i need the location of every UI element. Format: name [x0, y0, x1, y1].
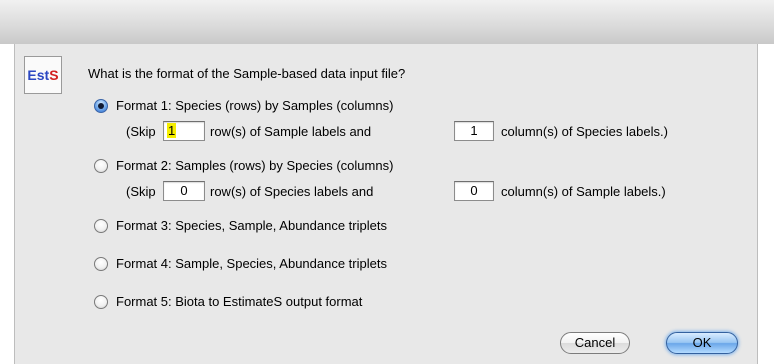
format-2-skip-cols-field[interactable]: 0 [454, 181, 494, 201]
question-label: What is the format of the Sample-based d… [88, 66, 406, 81]
format-dialog [14, 44, 758, 364]
estimates-logo: Est S [24, 56, 62, 94]
window-title-bar[interactable] [0, 0, 774, 44]
format-2-skip-prefix: (Skip [126, 184, 156, 199]
format-5-radio[interactable] [94, 295, 108, 309]
ok-button[interactable]: OK [666, 332, 738, 354]
format-1-radio[interactable] [94, 99, 108, 113]
logo-text-s: S [49, 67, 59, 83]
format-3-label[interactable]: Format 3: Species, Sample, Abundance tri… [116, 218, 387, 233]
format-2-radio[interactable] [94, 159, 108, 173]
format-2-skip-rows-field[interactable]: 0 [163, 181, 205, 201]
format-1-skip-rows-field[interactable]: 1 [163, 121, 205, 141]
format-2-rows-text: row(s) of Species labels and [210, 184, 374, 199]
format-1-rows-text: row(s) of Sample labels and [210, 124, 372, 139]
logo-text-est: Est [27, 67, 50, 83]
format-2-cols-text: column(s) of Sample labels.) [501, 184, 666, 199]
format-3-radio[interactable] [94, 219, 108, 233]
format-1-skip-cols-field[interactable]: 1 [454, 121, 494, 141]
format-5-label[interactable]: Format 5: Biota to EstimateS output form… [116, 294, 362, 309]
format-1-skip-prefix: (Skip [126, 124, 156, 139]
format-4-label[interactable]: Format 4: Sample, Species, Abundance tri… [116, 256, 387, 271]
format-1-cols-text: column(s) of Species labels.) [501, 124, 668, 139]
format-1-label[interactable]: Format 1: Species (rows) by Samples (col… [116, 98, 393, 113]
format-2-label[interactable]: Format 2: Samples (rows) by Species (col… [116, 158, 393, 173]
format-4-radio[interactable] [94, 257, 108, 271]
cancel-button[interactable]: Cancel [560, 332, 630, 354]
format-1-skip-rows-value: 1 [167, 123, 177, 138]
